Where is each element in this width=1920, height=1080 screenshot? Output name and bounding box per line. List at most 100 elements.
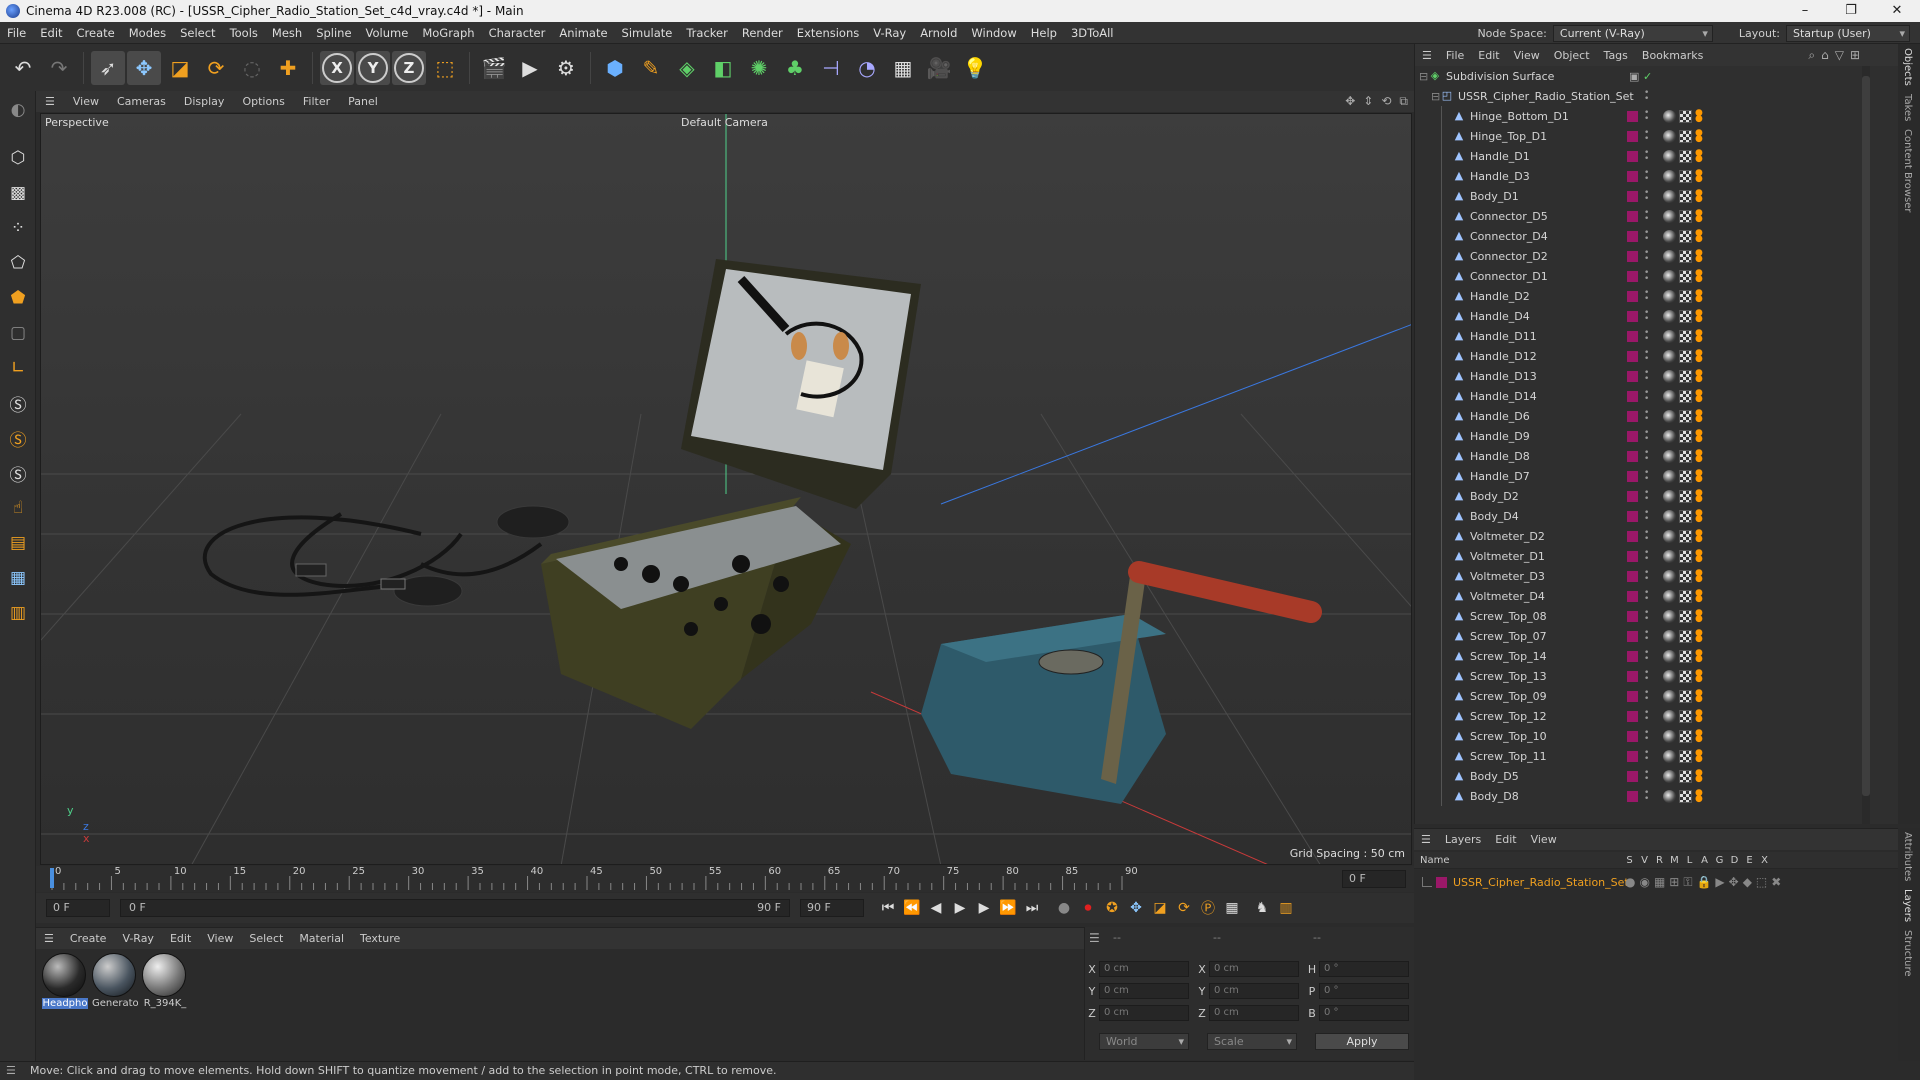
recent-tool-icon[interactable]: ◌ xyxy=(235,51,269,85)
tab-content-browser[interactable]: Content Browser xyxy=(1898,125,1917,216)
menu-vray[interactable]: V-Ray xyxy=(866,22,913,44)
vray-tag-icon[interactable]: ● ● xyxy=(1695,688,1707,703)
vray-tag-icon[interactable]: ● ● xyxy=(1695,508,1707,523)
material-menu-create[interactable]: Create xyxy=(62,932,115,945)
object-row[interactable]: ▲ Screw_Top_14 • • ● ● xyxy=(1415,646,1885,666)
visibility-dots-icon[interactable]: • • xyxy=(1644,149,1650,164)
object-row[interactable]: ▲ Handle_D8 • • ● ● xyxy=(1415,446,1885,466)
layer-color-tag[interactable] xyxy=(1627,550,1638,562)
rotation-p-field[interactable]: 0 ° xyxy=(1319,983,1409,999)
menu-window[interactable]: Window xyxy=(964,22,1023,44)
vray-tag-icon[interactable]: ● ● xyxy=(1695,528,1707,543)
extrude-icon[interactable]: ◧ xyxy=(706,51,740,85)
visibility-dots-icon[interactable]: • • xyxy=(1644,489,1650,504)
next-key-icon[interactable]: ⏩ xyxy=(996,896,1020,920)
material-tag-icon[interactable] xyxy=(1663,549,1676,563)
size-z-field[interactable]: 0 cm xyxy=(1209,1005,1299,1021)
vray-tag-icon[interactable]: ● ● xyxy=(1695,548,1707,563)
size-y-field[interactable]: 0 cm xyxy=(1209,983,1299,999)
layer-col-expressions[interactable]: E xyxy=(1742,855,1757,866)
material-tag-icon[interactable] xyxy=(1663,409,1676,423)
object-row[interactable]: ▲ Body_D8 • • ● ● xyxy=(1415,786,1885,806)
layer-col-animation[interactable]: A xyxy=(1697,855,1712,866)
maximize-button[interactable]: ❐ xyxy=(1828,0,1874,22)
vray-tag-icon[interactable]: ● ● xyxy=(1695,788,1707,803)
visibility-dots-icon[interactable]: • • xyxy=(1644,609,1650,624)
object-row[interactable]: ▲ Screw_Top_08 • • ● ● xyxy=(1415,606,1885,626)
material-tag-icon[interactable] xyxy=(1663,109,1676,123)
vray-tag-icon[interactable]: ● ● xyxy=(1695,328,1707,343)
tab-takes[interactable]: Takes xyxy=(1898,90,1917,125)
material-tag-icon[interactable] xyxy=(1663,489,1676,503)
material-swatch[interactable]: Generato xyxy=(92,953,138,1009)
play-icon[interactable]: ▶ xyxy=(948,896,972,920)
vray-tag-icon[interactable]: ● ● xyxy=(1695,248,1707,263)
texture-tag-icon[interactable] xyxy=(1679,669,1692,683)
frame-range-slider[interactable]: 0 F 90 F xyxy=(120,899,790,917)
texture-tag-icon[interactable] xyxy=(1679,489,1692,503)
mograph-icon[interactable]: ♣ xyxy=(778,51,812,85)
menu-help[interactable]: Help xyxy=(1024,22,1064,44)
go-to-start-icon[interactable]: ⏮ xyxy=(876,896,900,920)
material-menu-edit[interactable]: Edit xyxy=(162,932,199,945)
material-hamburger-icon[interactable]: ☰ xyxy=(36,932,62,945)
size-x-field[interactable]: 0 cm xyxy=(1209,961,1299,977)
tab-layers[interactable]: Layers xyxy=(1898,885,1917,926)
uv-mode-icon[interactable]: ▢ xyxy=(2,317,34,349)
select-tool-icon[interactable]: ➶ xyxy=(91,50,125,85)
vray-tag-icon[interactable]: ● ● xyxy=(1695,168,1707,183)
layer-menu-layers[interactable]: Layers xyxy=(1438,833,1488,846)
layer-color-tag[interactable] xyxy=(1627,170,1638,182)
make-editable-icon[interactable]: ◐ xyxy=(2,94,34,126)
object-hamburger-icon[interactable]: ☰ xyxy=(1415,49,1439,62)
material-menu-view[interactable]: View xyxy=(199,932,241,945)
layer-row[interactable]: USSR_Cipher_Radio_Station_Set ●◉▦⊞⚿🔒▶✥◆⬚… xyxy=(1414,873,1898,891)
layer-color-tag[interactable] xyxy=(1627,430,1638,442)
layer-color-tag[interactable] xyxy=(1627,410,1638,422)
vray-tag-icon[interactable]: ● ● xyxy=(1695,288,1707,303)
vray-tag-icon[interactable]: ● ● xyxy=(1695,268,1707,283)
camera-icon[interactable]: 🎥 xyxy=(922,51,956,85)
texture-tag-icon[interactable] xyxy=(1679,709,1692,723)
texture-tag-icon[interactable] xyxy=(1679,289,1692,303)
object-row[interactable]: ▲ Handle_D7 • • ● ● xyxy=(1415,466,1885,486)
vray-tag-icon[interactable]: ● ● xyxy=(1695,488,1707,503)
material-tag-icon[interactable] xyxy=(1663,209,1676,223)
layer-color-tag[interactable] xyxy=(1627,470,1638,482)
vray-tag-icon[interactable]: ● ● xyxy=(1695,408,1707,423)
material-tag-icon[interactable] xyxy=(1663,449,1676,463)
texture-tag-icon[interactable] xyxy=(1679,149,1692,163)
object-list-scrollbar[interactable] xyxy=(1862,66,1870,824)
texture-tag-icon[interactable] xyxy=(1679,729,1692,743)
size-mode-select[interactable]: Scale xyxy=(1207,1033,1297,1050)
texture-tag-icon[interactable] xyxy=(1679,569,1692,583)
collapse-icon[interactable]: ⊟ xyxy=(1431,90,1441,103)
current-frame-field[interactable]: 0 F xyxy=(1342,870,1406,888)
start-frame-field[interactable]: 0 F xyxy=(46,899,110,917)
viewport-camera[interactable]: Default Camera xyxy=(681,116,768,129)
live-selection-icon[interactable]: ✚ xyxy=(271,51,305,85)
render-region-icon[interactable]: 🎬 xyxy=(477,51,511,85)
material-tag-icon[interactable] xyxy=(1663,169,1676,183)
visibility-dots-icon[interactable]: • • xyxy=(1644,569,1650,584)
layer-color-tag[interactable] xyxy=(1627,310,1638,322)
vray-tag-icon[interactable]: ● ● xyxy=(1695,768,1707,783)
material-tag-icon[interactable] xyxy=(1663,229,1676,243)
viewport-menu-cameras[interactable]: Cameras xyxy=(108,95,175,108)
layer-color-tag[interactable] xyxy=(1627,270,1638,282)
visibility-dots-icon[interactable]: • • xyxy=(1644,389,1650,404)
texture-mode-icon[interactable]: ▩ xyxy=(2,177,34,209)
material-tag-icon[interactable] xyxy=(1663,789,1676,803)
object-row[interactable]: ▲ Handle_D2 • • ● ● xyxy=(1415,286,1885,306)
layer-col-view[interactable]: V xyxy=(1637,855,1652,866)
object-menu-file[interactable]: File xyxy=(1439,49,1471,62)
deformer-icon[interactable]: ⊣ xyxy=(814,51,848,85)
render-view-icon[interactable]: ▶ xyxy=(513,51,547,85)
material-tag-icon[interactable] xyxy=(1663,329,1676,343)
material-tag-icon[interactable] xyxy=(1663,469,1676,483)
layer-color-tag[interactable] xyxy=(1627,770,1638,782)
menu-modes[interactable]: Modes xyxy=(122,22,173,44)
perspective-viewport[interactable]: Perspective Default Camera Grid Spacing … xyxy=(40,113,1412,865)
material-tag-icon[interactable] xyxy=(1663,749,1676,763)
vray-tag-icon[interactable]: ● ● xyxy=(1695,588,1707,603)
